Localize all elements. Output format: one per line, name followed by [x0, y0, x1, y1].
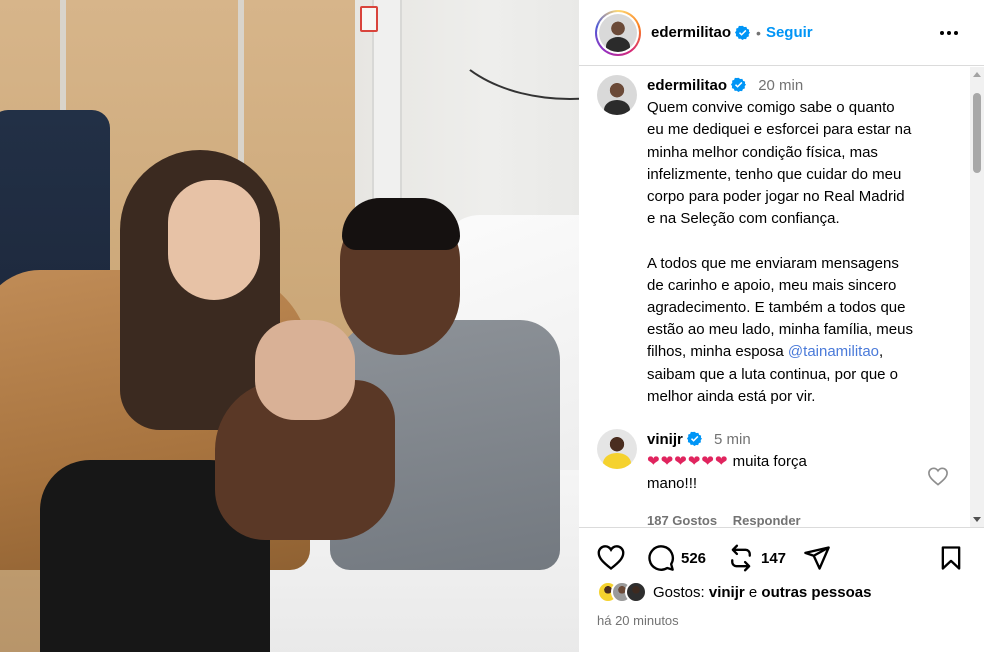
comment-hearts: ❤❤❤❤❤❤ — [647, 453, 729, 471]
follow-button[interactable]: Seguir — [766, 24, 813, 41]
holding-hands — [255, 320, 355, 420]
scroll-up-arrow[interactable] — [973, 72, 981, 77]
save-button[interactable] — [937, 544, 965, 572]
mention-link[interactable]: @tainamilitao — [788, 343, 879, 360]
share-button[interactable] — [803, 544, 831, 572]
repost-icon — [731, 544, 751, 572]
comment-button[interactable]: 526 — [647, 544, 706, 572]
comment-reply-button[interactable]: Responder — [733, 513, 801, 527]
verified-badge-icon — [686, 431, 702, 446]
reposts-count: 147 — [761, 549, 787, 567]
woman-face — [168, 180, 260, 300]
heart-outline-icon — [597, 545, 625, 570]
comment-text: ❤❤❤❤❤❤ muita força — [647, 453, 807, 471]
more-horizontal-icon[interactable] — [940, 23, 962, 43]
comments-count: 526 — [681, 549, 707, 567]
author-avatar[interactable] — [595, 9, 641, 56]
comments-scroll-area[interactable]: edermilitao 20 min Quem convive comigo s… — [579, 67, 984, 527]
post-header: edermilitao • Seguir — [579, 0, 984, 66]
scroll-thumb[interactable] — [973, 93, 981, 173]
wall-tag — [360, 6, 378, 32]
author-username[interactable]: edermilitao — [651, 24, 731, 41]
liker-avatar — [625, 581, 647, 603]
comment-avatar[interactable] — [597, 429, 637, 469]
post-caption: edermilitao 20 min Quem convive comigo s… — [597, 75, 967, 408]
action-bar: 526 147 — [579, 527, 984, 587]
bookmark-icon — [941, 546, 961, 570]
verified-badge-icon — [735, 25, 751, 40]
like-button[interactable] — [597, 544, 625, 572]
likes-middle: e — [748, 583, 758, 601]
caption-time: 20 min — [758, 77, 804, 94]
post-side-panel: edermilitao • Seguir edermilitao 20 min … — [579, 0, 984, 652]
comment-heart-icon[interactable] — [927, 466, 949, 486]
post-timestamp: há 20 minutos — [597, 613, 679, 628]
send-icon — [804, 546, 830, 570]
wall-rail — [372, 0, 402, 230]
scroll-down-arrow[interactable] — [973, 517, 981, 522]
header-separator: • — [756, 24, 761, 41]
comment-likes[interactable]: 187 Gostos — [647, 513, 717, 527]
comment-bubble-icon — [648, 545, 674, 571]
comment-text-line2: mano!!! — [647, 475, 698, 493]
likes-summary[interactable]: Gostos: vinijr e outras pessoas — [597, 581, 871, 603]
repost-button[interactable]: 147 — [727, 544, 786, 572]
instagram-post-view: edermilitao • Seguir edermilitao 20 min … — [0, 0, 984, 652]
post-photo[interactable] — [0, 0, 579, 652]
verified-badge-icon — [731, 77, 747, 92]
caption-username[interactable]: edermilitao — [647, 77, 727, 94]
likes-user[interactable]: vinijr — [709, 584, 745, 601]
comment-username[interactable]: vinijr — [647, 431, 683, 448]
comment-meta: 187 Gostos Responder — [647, 510, 807, 527]
caption-text: Quem convive comigo sabe o quanto eu me … — [647, 99, 913, 405]
likes-others[interactable]: outras pessoas — [761, 584, 871, 601]
avatar-image — [599, 13, 637, 52]
comment-item: vinijr 5 min ❤❤❤❤❤❤ muita força mano!!! … — [597, 429, 947, 527]
comment-time: 5 min — [714, 431, 751, 448]
scrollbar[interactable] — [970, 67, 984, 527]
likes-prefix: Gostos: — [653, 583, 705, 601]
man-hair — [342, 198, 460, 250]
caption-avatar[interactable] — [597, 75, 637, 115]
